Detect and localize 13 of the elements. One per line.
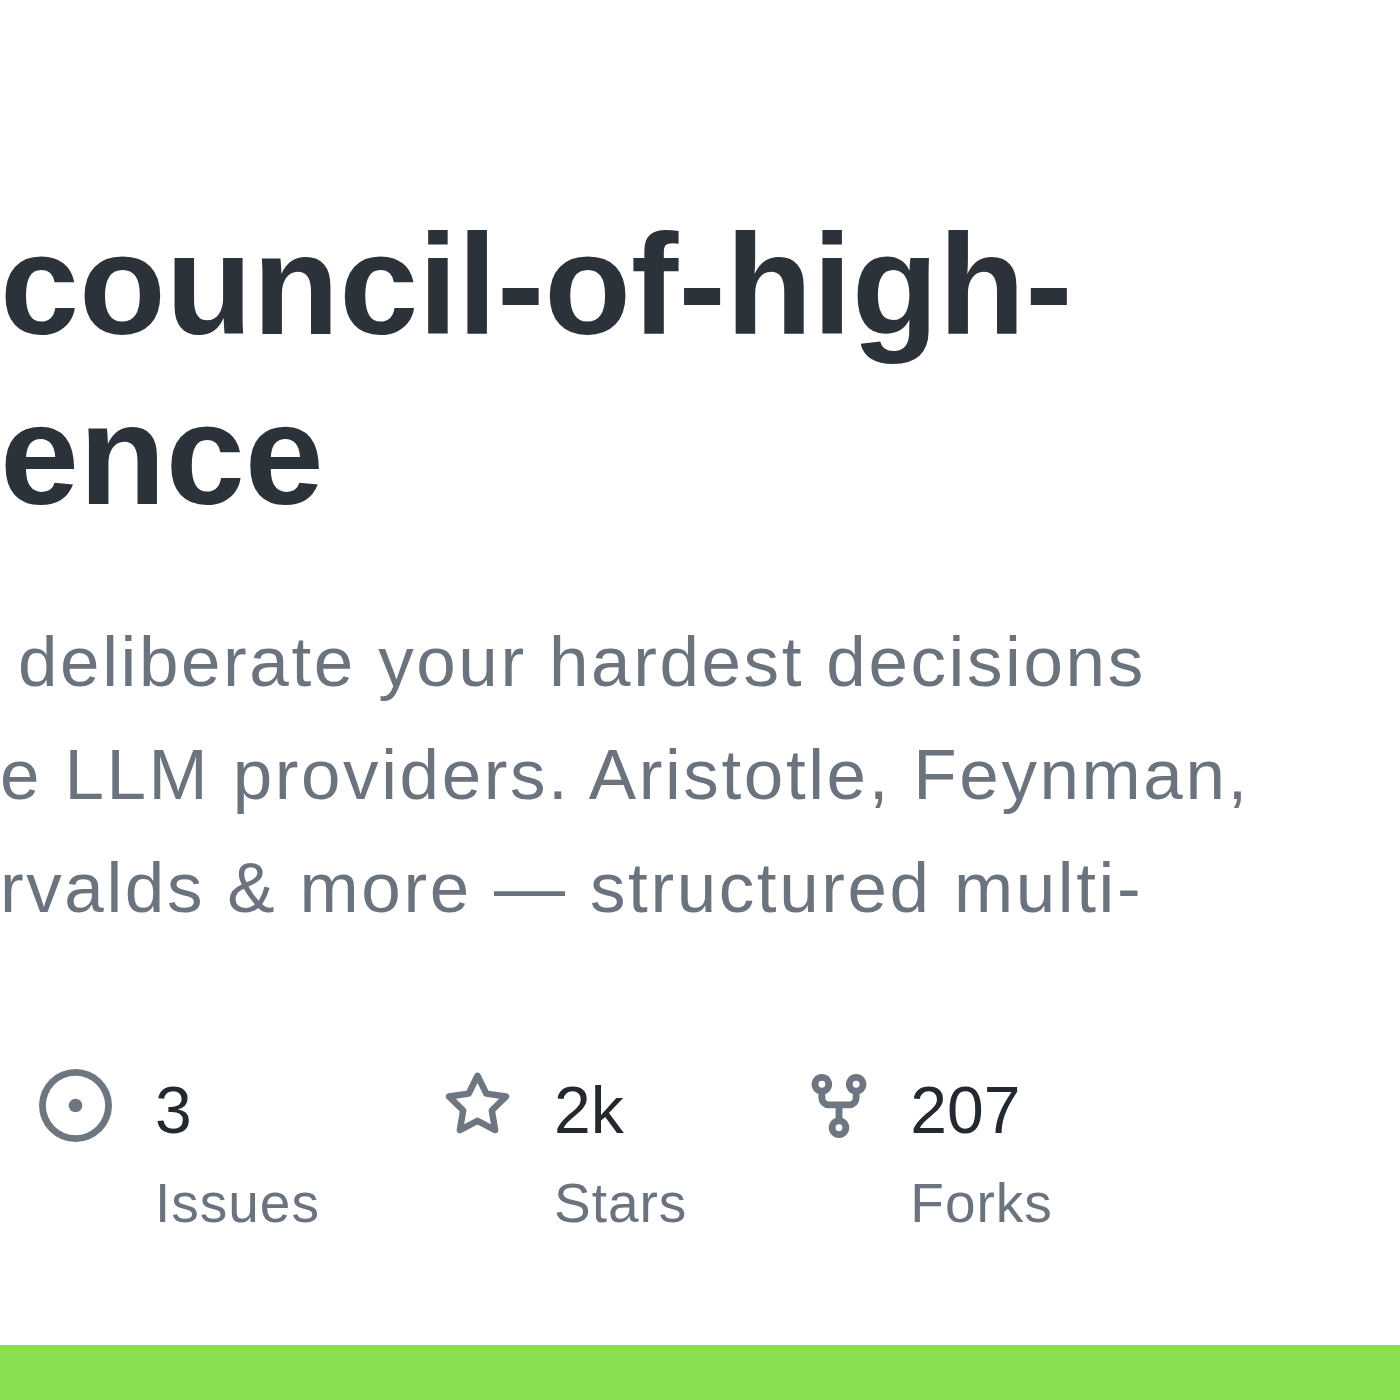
stat-count: 3 [155, 1072, 192, 1149]
fork-icon [811, 1074, 868, 1138]
stat-count: 2k [553, 1072, 624, 1149]
star-icon [443, 1072, 511, 1134]
stat-label: Forks [910, 1171, 1053, 1236]
repo-title-line: ence [0, 374, 324, 536]
stat-count: 207 [910, 1072, 1021, 1149]
stat-label: Issues [155, 1171, 320, 1236]
repo-title-line: council-of-high- [0, 204, 1073, 366]
description-line: deliberate your hardest decisions [18, 621, 1146, 703]
description-line: e LLM providers. Aristotle, Feynman, [0, 734, 1250, 816]
stat-label: Stars [553, 1171, 688, 1236]
description-line: rvalds & more — structured multi- [0, 847, 1144, 929]
